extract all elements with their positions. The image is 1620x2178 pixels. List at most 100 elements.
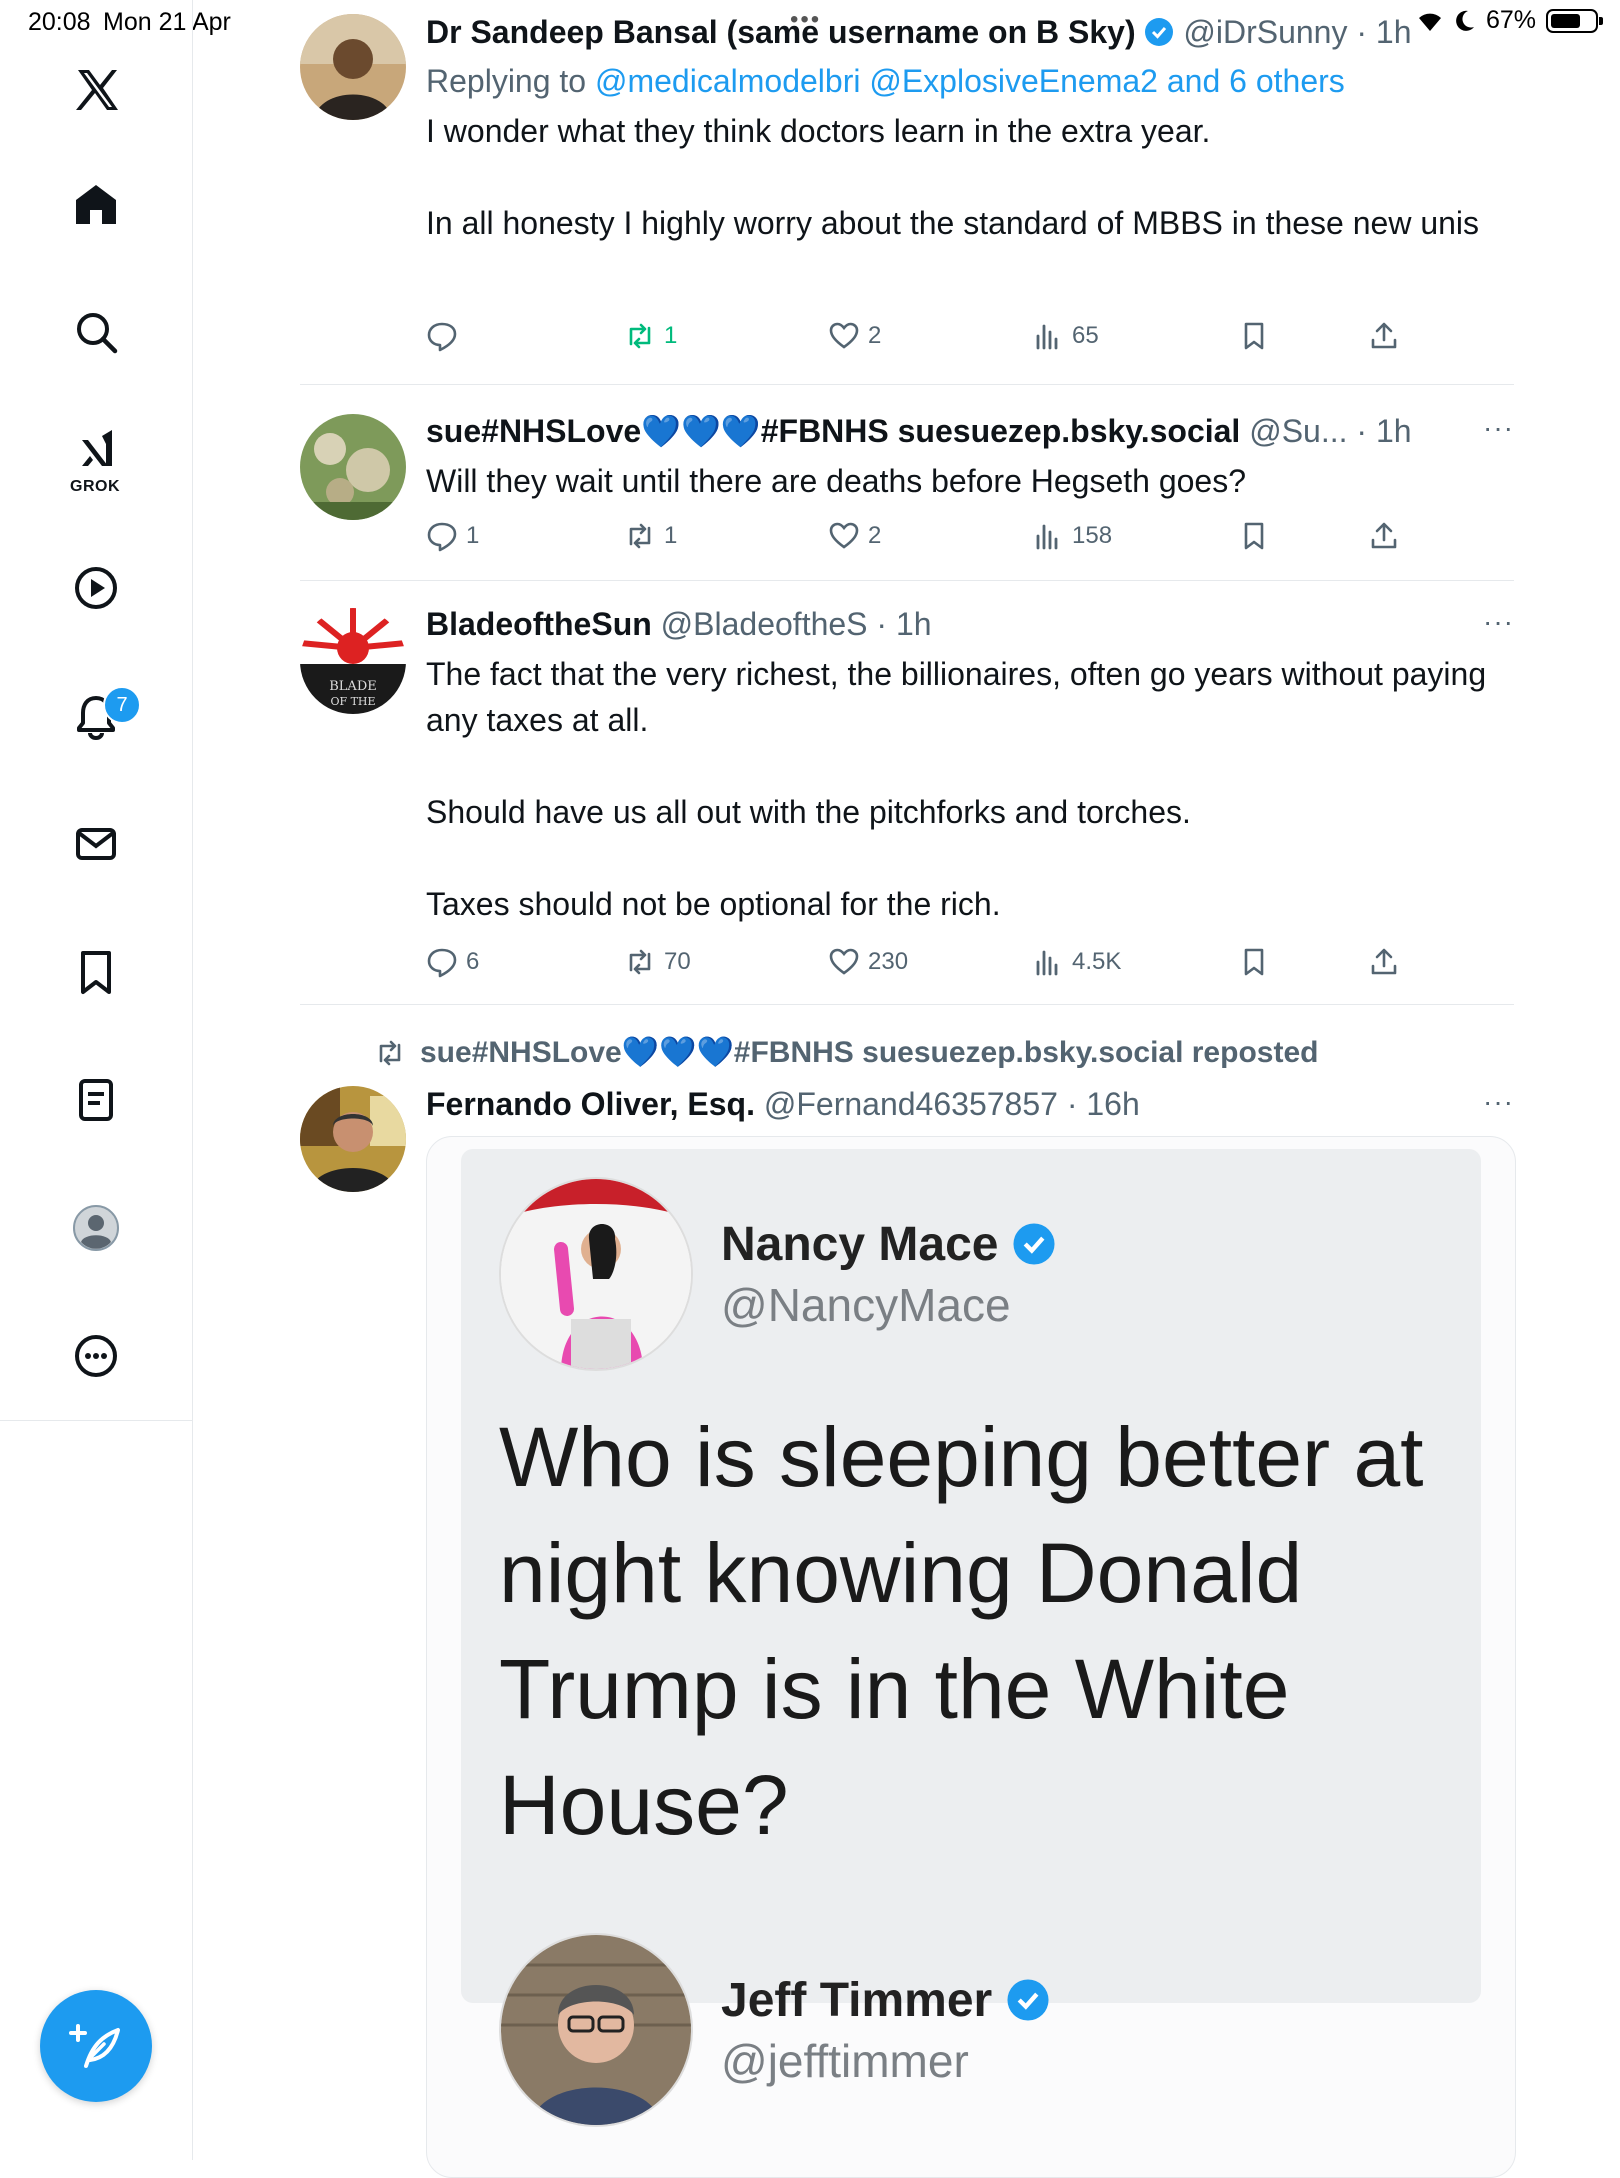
like-count: 2: [868, 522, 882, 549]
verified-badge-icon: [1013, 1223, 1056, 1265]
reply-count: 1: [466, 522, 480, 549]
bookmark-icon: [1244, 948, 1264, 976]
reply-count: 6: [466, 948, 480, 975]
author-handle[interactable]: @Fernand46357857: [764, 1086, 1058, 1122]
replying-to-links[interactable]: @medicalmodelbri @ExplosiveEnema2 and 6 …: [595, 63, 1345, 99]
repost-icon: [629, 523, 651, 549]
share-button[interactable]: [1368, 520, 1400, 552]
share-icon: [1371, 948, 1397, 975]
views-button[interactable]: 4.5K: [1032, 946, 1121, 978]
share-button[interactable]: [1368, 946, 1400, 978]
repost-button[interactable]: 70: [624, 946, 691, 978]
like-button[interactable]: 2: [828, 320, 881, 352]
author-name[interactable]: BladeoftheSun: [426, 606, 652, 642]
replying-prefix: Replying to: [426, 63, 587, 99]
reply-icon: [427, 322, 457, 352]
views-button[interactable]: 65: [1032, 320, 1099, 352]
grok-label: GROK: [70, 478, 120, 495]
post-actions: 1 1 2 158: [426, 520, 1514, 560]
author-name[interactable]: sue#NHSLove💙💙💙#FBNHS suesuezep.bsky.soci…: [426, 413, 1240, 449]
svg-text:OF THE: OF THE: [330, 695, 375, 708]
views-chart-icon: [1036, 324, 1058, 350]
views-chart-icon: [1036, 524, 1058, 550]
repost-button[interactable]: 1: [624, 520, 677, 552]
compose-post-button[interactable]: [40, 1990, 152, 2102]
more-icon[interactable]: [60, 1320, 132, 1392]
author-handle[interactable]: @Su...: [1249, 413, 1347, 449]
reply-icon: [427, 522, 457, 552]
like-button[interactable]: 2: [828, 520, 881, 552]
like-count: 2: [868, 322, 882, 349]
profile-avatar-icon[interactable]: [60, 1192, 132, 1264]
tweet-suesuezep[interactable]: sue#NHSLove💙💙💙#FBNHS suesuezep.bsky.soci…: [300, 412, 1514, 572]
post-time: · 1h: [876, 606, 932, 642]
author-handle[interactable]: @iDrSunny: [1183, 14, 1347, 50]
view-count: 4.5K: [1072, 948, 1122, 975]
verified-badge-icon: [1007, 1979, 1049, 2021]
avatar-drsunny[interactable]: [300, 14, 406, 120]
post-text: The fact that the very richest, the bill…: [426, 656, 1487, 922]
tweet-separator: [300, 384, 1514, 385]
bookmark-button[interactable]: [1238, 520, 1270, 552]
post-text: I wonder what they think doctors learn i…: [426, 113, 1480, 241]
reply-button[interactable]: 6: [426, 946, 479, 978]
repost-button[interactable]: 1: [624, 320, 677, 352]
like-count: 230: [868, 948, 909, 975]
bookmark-button[interactable]: [1238, 320, 1270, 352]
repost-count: 70: [664, 948, 691, 975]
avatar-bladeofthesun[interactable]: BLADE OF THE: [300, 608, 406, 714]
tweet-drsunny[interactable]: Dr Sandeep Bansal (same username on B Sk…: [300, 14, 1514, 374]
views-button[interactable]: 158: [1032, 520, 1112, 552]
author-name[interactable]: Fernando Oliver, Esq.: [426, 1086, 755, 1122]
post-media-image[interactable]: Nancy Mace @NancyMace Who is sleeping be…: [426, 1136, 1516, 2178]
post-more-icon[interactable]: ···: [1483, 412, 1514, 444]
embedded-post-text: Who is sleeping better at night knowing …: [499, 1410, 1424, 1852]
reply-button[interactable]: [426, 320, 466, 352]
sidebar-divider: [0, 1420, 192, 1421]
bookmark-icon: [1244, 322, 1264, 350]
share-icon: [1371, 322, 1397, 349]
views-chart-icon: [1036, 950, 1058, 976]
reposted-by-label: sue#NHSLove💙💙💙#FBNHS suesuezep.bsky.soci…: [420, 1036, 1319, 1069]
bookmarks-icon[interactable]: [60, 936, 132, 1008]
reply-button[interactable]: 1: [426, 520, 479, 552]
embedded-handle-jeff: @jefftimmer: [721, 2034, 969, 2087]
share-button[interactable]: [1368, 320, 1400, 352]
search-icon[interactable]: [60, 296, 132, 368]
post-time: · 1h: [1356, 14, 1412, 50]
sidebar: GROK 7: [0, 0, 193, 2160]
post-more-icon[interactable]: ···: [1483, 606, 1514, 638]
view-count: 158: [1072, 522, 1113, 549]
lists-icon[interactable]: [60, 1064, 132, 1136]
author-name[interactable]: Dr Sandeep Bansal (same username on B Sk…: [426, 14, 1136, 50]
embedded-avatar-jeff: [499, 1933, 693, 2127]
tweet-separator: [300, 580, 1514, 581]
post-actions: 6 70 230 4.5K: [426, 946, 1514, 986]
heart-icon: [829, 948, 859, 975]
reposted-indicator[interactable]: sue#NHSLove💙💙💙#FBNHS suesuezep.bsky.soci…: [374, 1035, 1318, 1070]
avatar-suesuezep[interactable]: [300, 414, 406, 520]
svg-text:BLADE: BLADE: [329, 679, 377, 694]
x-logo-icon[interactable]: [60, 54, 132, 126]
repost-count: 1: [664, 522, 678, 549]
heart-icon: [829, 522, 859, 549]
tweet-bladeofthesun[interactable]: BLADE OF THE BladeoftheSun @BladeoftheS ·…: [300, 606, 1514, 998]
bookmark-button[interactable]: [1238, 946, 1270, 978]
avatar-fernando[interactable]: [300, 1086, 406, 1192]
battery-icon: [1546, 8, 1603, 33]
grok-icon[interactable]: [60, 414, 132, 486]
embedded-name-nancy: Nancy Mace: [721, 1217, 999, 1271]
home-icon[interactable]: [60, 168, 132, 240]
author-handle[interactable]: @BladeoftheS: [661, 606, 868, 642]
like-button[interactable]: 230: [828, 946, 908, 978]
repost-icon: [379, 1040, 401, 1065]
embedded-handle-nancy: @NancyMace: [721, 1278, 1011, 1331]
video-icon[interactable]: [60, 552, 132, 624]
view-count: 65: [1072, 322, 1099, 349]
bookmark-icon: [1244, 522, 1264, 550]
repost-count: 1: [664, 322, 678, 349]
post-more-icon[interactable]: ···: [1483, 1086, 1514, 1118]
messages-icon[interactable]: [60, 808, 132, 880]
embedded-avatar-nancy: [499, 1177, 693, 1371]
heart-icon: [829, 322, 859, 349]
